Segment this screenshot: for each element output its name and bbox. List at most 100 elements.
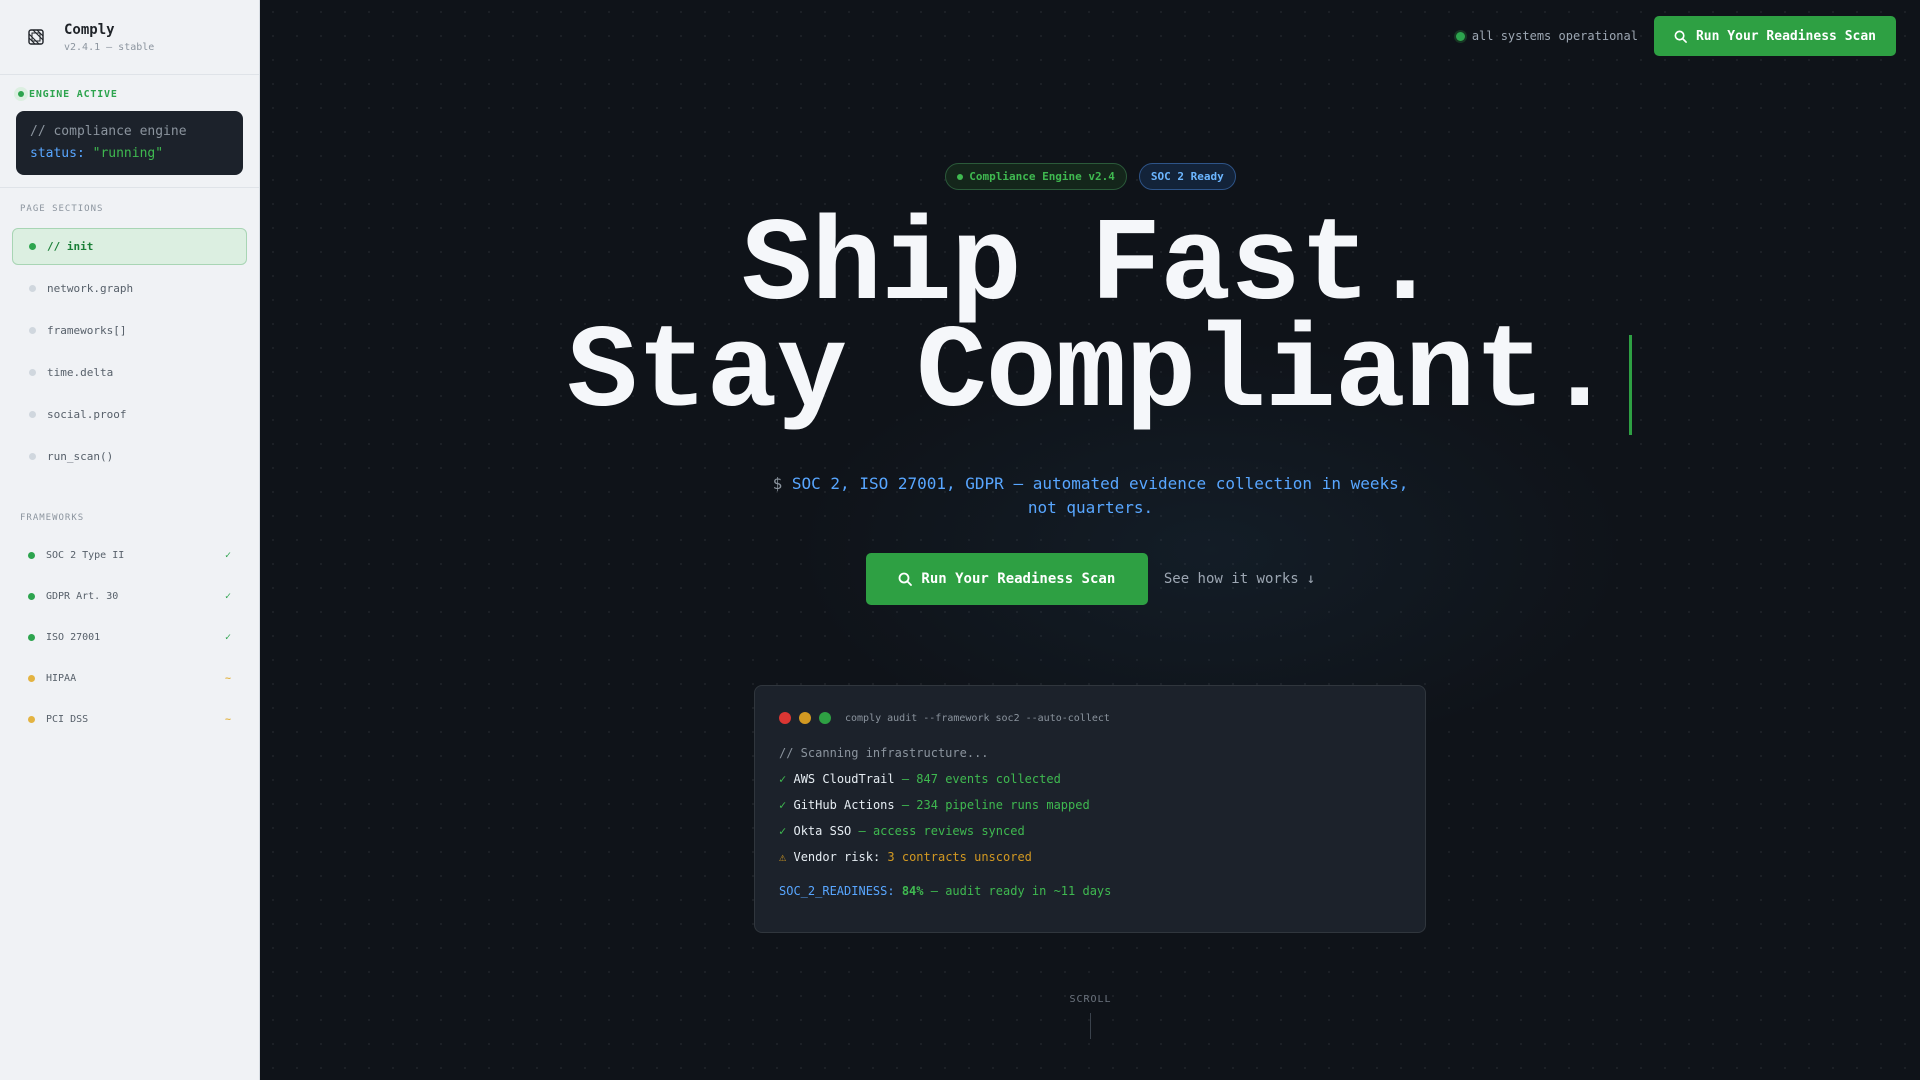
framework-status-dot-icon (28, 716, 35, 723)
nav-dot-icon (29, 411, 36, 418)
framework-status-dot-icon (28, 552, 35, 559)
check-icon: ✓ (779, 824, 787, 838)
nav-item-label: network.graph (47, 282, 134, 295)
shell-prompt: $ (772, 474, 783, 493)
page-sections-nav: // init network.graph frameworks[] time.… (0, 228, 259, 475)
framework-status-dot-icon (28, 634, 35, 641)
brand[interactable]: Comply v2.4.1 — stable (0, 0, 259, 75)
nav-item-network-graph[interactable]: network.graph (12, 270, 247, 307)
readiness-value: 84% (901, 884, 924, 898)
hero-cta-row: Run Your Readiness Scan See how it works… (261, 553, 1920, 605)
status-dot-icon (957, 173, 964, 180)
nav-item-time-delta[interactable]: time.delta (12, 354, 247, 391)
main-content: all systems operational Run Your Readine… (261, 0, 1920, 1080)
source-detail: — 234 pipeline runs mapped (901, 798, 1090, 812)
nav-item-label: time.delta (47, 366, 114, 379)
warning-icon: ⚠ (779, 850, 787, 864)
brand-version: v2.4.1 — stable (64, 41, 155, 53)
nav-dot-icon (29, 327, 36, 334)
check-icon: ✓ (779, 798, 787, 812)
hero-line-2: Stay Compliant. (566, 308, 1615, 441)
system-status: all systems operational (1455, 29, 1638, 43)
terminal-line: ✓ Okta SSO — access reviews synced (779, 818, 1401, 844)
scroll-line (1090, 1013, 1091, 1039)
minimize-dot-icon (799, 712, 811, 724)
terminal-line: ✓ AWS CloudTrail — 847 events collected (779, 766, 1401, 792)
scroll-label: SCROLL (1069, 994, 1112, 1005)
close-dot-icon (779, 712, 791, 724)
framework-status-dot-icon (28, 675, 35, 682)
see-how-it-works-link[interactable]: See how it works ↓ (1164, 571, 1315, 587)
nav-dot-icon (29, 369, 36, 376)
readiness-detail: — audit ready in ~11 days (930, 884, 1112, 898)
topbar-readiness-scan-button[interactable]: Run Your Readiness Scan (1653, 16, 1896, 56)
source-name: GitHub Actions (793, 798, 895, 812)
maximize-dot-icon (819, 712, 831, 724)
terminal-line: ✓ GitHub Actions — 234 pipeline runs map… (779, 792, 1401, 818)
framework-item-hipaa[interactable]: HIPAA ~ (12, 658, 247, 699)
framework-item-pci-dss[interactable]: PCI DSS ~ (12, 699, 247, 740)
nav-item-social-proof[interactable]: social.proof (12, 396, 247, 433)
source-name: AWS CloudTrail (793, 772, 895, 786)
nav-item-run-scan[interactable]: run_scan() (12, 438, 247, 475)
badge-label: SOC 2 Ready (1150, 170, 1224, 183)
check-icon: ✓ (779, 772, 787, 786)
warning-name: Vendor risk: (793, 850, 881, 864)
check-icon: ✓ (224, 632, 231, 643)
sidebar: Comply v2.4.1 — stable ENGINE ACTIVE // … (0, 0, 260, 1080)
button-label: Run Your Readiness Scan (1695, 28, 1876, 44)
nav-dot-icon (29, 285, 36, 292)
code-key: status: (30, 146, 85, 161)
framework-name: SOC 2 Type II (46, 550, 125, 561)
hero-line-2-wrap: Stay Compliant. (567, 316, 1633, 435)
nav-item-label: social.proof (47, 408, 127, 421)
nav-item-frameworks[interactable]: frameworks[] (12, 312, 247, 349)
topbar: all systems operational Run Your Readine… (1455, 16, 1896, 56)
framework-name: PCI DSS (46, 714, 89, 725)
hero-subtitle: $ SOC 2, ISO 27001, GDPR — automated evi… (261, 472, 1920, 520)
terminal-warning-line: ⚠ Vendor risk: 3 contracts unscored (779, 844, 1401, 870)
page-sections-label: PAGE SECTIONS (20, 204, 104, 214)
hero-headline: Ship Fast. Stay Compliant. (261, 201, 1920, 435)
hero-readiness-scan-button[interactable]: Run Your Readiness Scan (865, 553, 1148, 605)
nav-item-init[interactable]: // init (12, 228, 247, 265)
nav-item-label: frameworks[] (47, 324, 127, 337)
engine-status: ENGINE ACTIVE (14, 87, 243, 101)
terminal-comment: // Scanning infrastructure... (779, 746, 989, 760)
source-detail: — access reviews synced (858, 824, 1025, 838)
framework-name: GDPR Art. 30 (46, 591, 119, 602)
hero-badges: Compliance Engine v2.4 SOC 2 Ready (261, 163, 1920, 190)
search-icon (1674, 30, 1687, 43)
check-icon: ✓ (224, 550, 231, 561)
subtitle-line-2: not quarters. (1027, 498, 1154, 517)
framework-status-dot-icon (28, 593, 35, 600)
warning-detail: 3 contracts unscored (887, 850, 1032, 864)
text-cursor (1629, 335, 1633, 435)
engine-version-badge: Compliance Engine v2.4 (945, 163, 1127, 190)
scroll-indicator: SCROLL (261, 994, 1920, 1039)
source-name: Okta SSO (793, 824, 852, 838)
subtitle-line-1: SOC 2, ISO 27001, GDPR — automated evide… (791, 474, 1409, 493)
terminal-header: comply audit --framework soc2 --auto-col… (779, 712, 1401, 724)
terminal-command: comply audit --framework soc2 --auto-col… (845, 712, 1110, 724)
engine-status-label: ENGINE ACTIVE (29, 88, 118, 100)
terminal-window: comply audit --framework soc2 --auto-col… (754, 685, 1426, 933)
hero-line-1: Ship Fast. (741, 201, 1440, 334)
engine-code-block: // compliance engine status: "running" (16, 111, 243, 175)
nav-dot-icon (29, 243, 36, 250)
logo-icon (26, 27, 46, 47)
frameworks-list: SOC 2 Type II ✓ GDPR Art. 30 ✓ ISO 27001… (0, 535, 259, 740)
framework-item-gdpr[interactable]: GDPR Art. 30 ✓ (12, 576, 247, 617)
nav-dot-icon (29, 453, 36, 460)
framework-name: ISO 27001 (46, 632, 101, 643)
nav-item-label: // init (47, 240, 94, 253)
terminal-output: // Scanning infrastructure... ✓ AWS Clou… (779, 740, 1401, 904)
badge-label: Compliance Engine v2.4 (969, 170, 1115, 183)
status-dot-icon (14, 87, 28, 101)
framework-item-soc2[interactable]: SOC 2 Type II ✓ (12, 535, 247, 576)
code-comment: // compliance engine (30, 124, 187, 139)
nav-item-label: run_scan() (47, 450, 114, 463)
soc2-ready-badge: SOC 2 Ready (1138, 163, 1236, 190)
framework-item-iso27001[interactable]: ISO 27001 ✓ (12, 617, 247, 658)
framework-name: HIPAA (46, 673, 77, 684)
